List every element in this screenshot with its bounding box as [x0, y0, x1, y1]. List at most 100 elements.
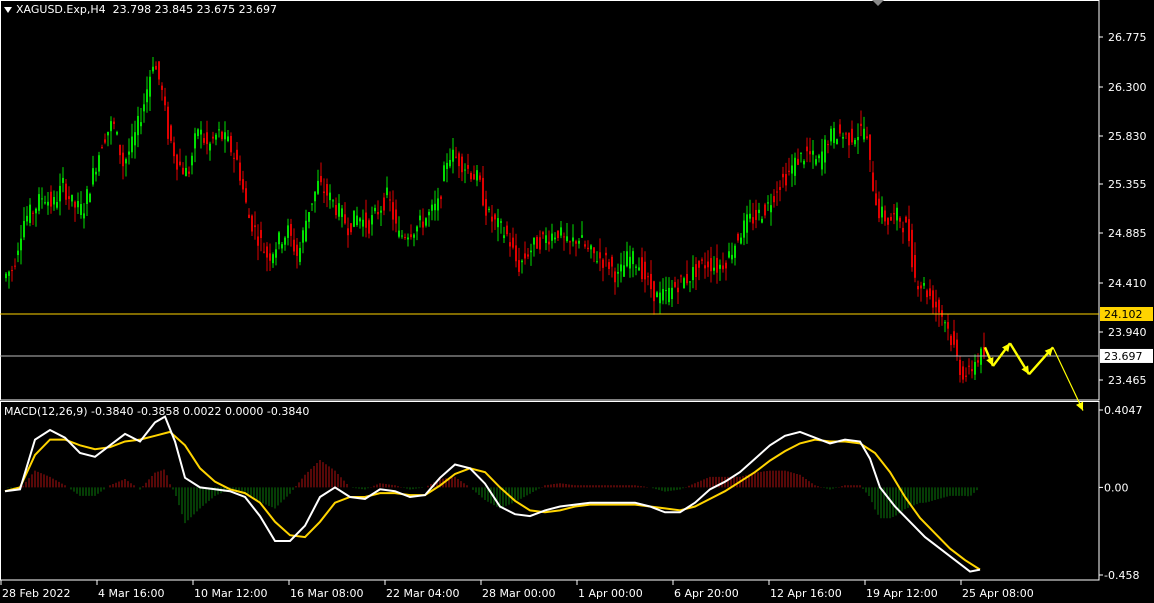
candle-body	[671, 287, 673, 300]
candle-body	[935, 301, 937, 308]
candle-body	[659, 292, 661, 304]
macd-tick-label: -0.458	[1104, 569, 1139, 582]
candle-body	[269, 253, 271, 261]
price-tick-label: 24.410	[1108, 277, 1147, 290]
candle-body	[632, 251, 634, 265]
candle-body	[311, 203, 313, 205]
candle-body	[314, 191, 316, 202]
candle-body	[620, 264, 622, 272]
candle-body	[83, 213, 85, 219]
candle-body	[704, 265, 706, 269]
candle-body	[545, 235, 547, 243]
candle-body	[500, 221, 502, 223]
candle-body	[818, 155, 820, 159]
candle-body	[209, 143, 211, 151]
candle-body	[206, 132, 208, 145]
price-tick-label: 26.775	[1108, 31, 1147, 44]
candle-body	[908, 219, 910, 242]
candle-body	[548, 241, 550, 245]
candle-body	[38, 194, 40, 211]
candle-body	[977, 360, 979, 363]
candle-body	[779, 187, 781, 190]
candle-body	[641, 257, 643, 280]
current-price-label: 23.697	[1104, 350, 1143, 363]
candle-body	[86, 189, 88, 204]
candle-body	[161, 85, 163, 90]
chart-canvas[interactable]: 26.775 26.300 25.830 25.355 24.885 24.410 23.9…	[0, 0, 1154, 603]
candle-body	[128, 151, 130, 155]
price-tick-label: 23.465	[1108, 374, 1147, 387]
candle-body	[530, 250, 532, 253]
candle-body	[878, 198, 880, 219]
candle-body	[398, 230, 400, 237]
candle-body	[365, 212, 367, 228]
candle-body	[110, 121, 112, 132]
candle-body	[830, 128, 832, 142]
candle-body	[281, 244, 283, 249]
candle-body	[251, 215, 253, 232]
candle-body	[203, 138, 205, 143]
candle-body	[503, 235, 505, 239]
candle-body	[224, 132, 226, 140]
candle-body	[845, 133, 847, 135]
chart-shift-marker-icon	[872, 0, 884, 6]
macd-panel-border	[0, 401, 1100, 581]
candle-body	[353, 210, 355, 227]
candle-body	[254, 225, 256, 228]
candle-body	[407, 237, 409, 240]
candle-body	[605, 252, 607, 256]
price-tick-label: 24.885	[1108, 227, 1147, 240]
candle-body	[560, 227, 562, 236]
candle-body	[119, 144, 121, 156]
candle-body	[485, 199, 487, 216]
candle-body	[158, 61, 160, 80]
candle-body	[191, 155, 193, 166]
candle-body	[593, 247, 595, 254]
candle-body	[527, 254, 529, 257]
trading-chart[interactable]: XAGUSD.Exp,H4 23.798 23.845 23.675 23.69…	[0, 0, 1154, 603]
candle-body	[95, 171, 97, 175]
candle-body	[536, 236, 538, 249]
candle-body	[11, 270, 13, 272]
candle-body	[290, 224, 292, 236]
candle-body	[122, 152, 124, 167]
candle-body	[776, 191, 778, 193]
candle-body	[785, 174, 787, 186]
time-tick-label: 1 Apr 00:00	[578, 587, 643, 600]
candle-body	[74, 201, 76, 208]
candle-body	[473, 174, 475, 180]
candle-body	[461, 156, 463, 173]
candle-body	[644, 261, 646, 280]
candle-body	[284, 237, 286, 245]
candle-body	[512, 237, 514, 248]
candle-body	[299, 247, 301, 262]
candle-body	[974, 361, 976, 375]
candle-body	[800, 152, 802, 154]
candle-body	[446, 162, 448, 169]
price-tick-label: 25.355	[1108, 178, 1147, 191]
candle-body	[689, 281, 691, 283]
candle-body	[746, 214, 748, 233]
time-tick-label: 19 Apr 12:00	[866, 587, 938, 600]
candle-body	[725, 262, 727, 269]
candle-body	[521, 260, 523, 263]
candle-body	[962, 366, 964, 380]
candle-body	[875, 193, 877, 206]
candle-body	[965, 375, 967, 377]
candle-body	[635, 266, 637, 268]
candle-body	[854, 139, 856, 145]
candle-body	[266, 246, 268, 258]
candle-body	[587, 247, 589, 250]
candle-body	[257, 236, 259, 246]
candle-body	[920, 285, 922, 289]
candle-body	[155, 65, 157, 70]
candle-body	[980, 348, 982, 365]
time-tick-label: 28 Mar 00:00	[482, 587, 555, 600]
candle-body	[56, 202, 58, 208]
candle-body	[656, 292, 658, 298]
candle-body	[488, 208, 490, 210]
candle-body	[218, 129, 220, 131]
candle-body	[272, 254, 274, 264]
candle-body	[899, 217, 901, 222]
candles-group	[5, 56, 985, 384]
